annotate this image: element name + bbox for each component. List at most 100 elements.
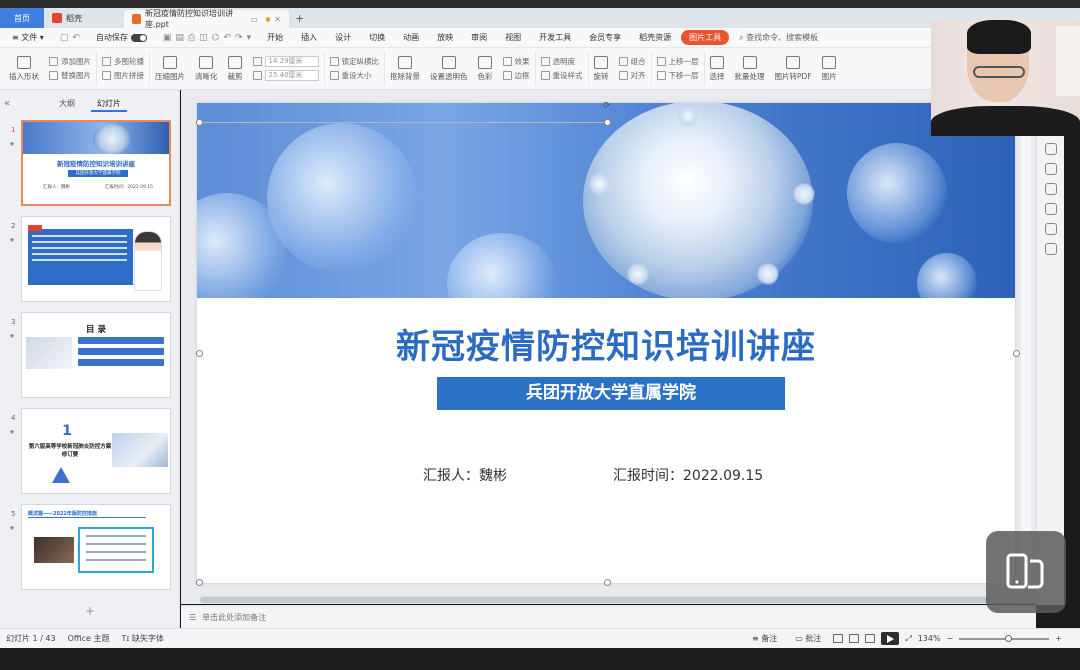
tab-monitor-icon[interactable]: ▭	[250, 15, 258, 24]
color-button[interactable]: 色彩	[473, 52, 498, 86]
settings-sliders-icon[interactable]	[1044, 143, 1057, 155]
slide-reporter[interactable]: 汇报人：魏彬	[423, 465, 507, 485]
insert-shape-button[interactable]: 插入形状	[4, 52, 44, 86]
menu-animation[interactable]: 动画	[395, 30, 427, 45]
star-shape-icon[interactable]	[1044, 163, 1057, 175]
menu-transition[interactable]: 切换	[361, 30, 393, 45]
slide-sorter-icon[interactable]	[849, 634, 860, 643]
width-input[interactable]: 25.40厘米	[264, 70, 319, 81]
tab-document[interactable]: 新冠疫情防控知识培训讲座.ppt ▭ ✕	[124, 9, 289, 29]
compress-image-button[interactable]: 压缩图片	[150, 52, 190, 86]
lock-ratio-checkbox[interactable]: 锁定纵横比	[329, 56, 379, 67]
transparency-button[interactable]: 透明度	[540, 56, 583, 67]
slide-thumbnail-5[interactable]: 概述篇——2022年版防控措施	[21, 504, 171, 590]
border-button[interactable]: 边框	[502, 70, 530, 81]
effects-button[interactable]: 效果	[502, 56, 530, 67]
horizontal-scrollbar[interactable]	[200, 596, 1020, 604]
location-icon[interactable]	[1044, 243, 1057, 255]
resize-handle[interactable]	[196, 579, 203, 586]
zoom-out-icon[interactable]: −	[947, 634, 954, 643]
menu-view[interactable]: 视图	[497, 30, 529, 45]
menu-review[interactable]: 审阅	[463, 30, 495, 45]
print-icon[interactable]: ⎙	[188, 33, 195, 43]
notes-toggle-button[interactable]: ≡ 备注	[746, 633, 783, 644]
normal-view-icon[interactable]	[833, 634, 844, 643]
rotate-button[interactable]: 旋转	[589, 52, 614, 86]
multi-carousel-button[interactable]: 多图轮播	[102, 56, 144, 67]
menu-file[interactable]: ≡ 文件 ▾	[4, 30, 52, 45]
slide-thumbnail-2[interactable]	[21, 216, 171, 302]
menu-docer-resources[interactable]: 稻壳资源	[631, 30, 679, 45]
image-edit-icon[interactable]	[1044, 223, 1057, 235]
slide-subtitle[interactable]: 兵团开放大学直属学院	[437, 377, 785, 410]
autosave-switch-icon[interactable]	[130, 33, 147, 42]
menu-slideshow[interactable]: 放映	[429, 30, 461, 45]
menu-member[interactable]: 会员专享	[581, 30, 629, 45]
format-painter-icon[interactable]: ⌬	[212, 33, 220, 43]
bring-forward-button[interactable]: 上移一层	[656, 56, 699, 67]
slide-thumbnail-4[interactable]: 1 第六版高等学校新冠肺炎防控方案修订要	[21, 408, 171, 494]
more-icon[interactable]: ▾	[247, 33, 252, 43]
menu-developer[interactable]: 开发工具	[531, 30, 579, 45]
zoom-level[interactable]: 134%	[918, 634, 941, 643]
menu-start[interactable]: 开始	[259, 30, 291, 45]
menu-insert[interactable]: 插入	[293, 30, 325, 45]
redo-icon[interactable]: ↷	[235, 33, 243, 43]
fit-window-icon[interactable]: ⤢	[905, 634, 911, 644]
missing-font-button[interactable]: Tɪ 缺失字体	[116, 633, 170, 644]
zoom-slider-knob[interactable]	[1005, 634, 1013, 642]
current-slide[interactable]: 新冠疫情防控知识培训讲座 兵团开放大学直属学院 汇报人：魏彬 汇报时间：2022…	[197, 103, 1015, 583]
tab-slides[interactable]: 幻灯片	[91, 98, 127, 112]
add-slide-plus-icon[interactable]: +	[0, 604, 180, 618]
menu-image-tools[interactable]: 图片工具	[681, 30, 730, 45]
undo-arrow-icon[interactable]: ↶	[72, 33, 80, 43]
resize-handle[interactable]	[1013, 350, 1020, 357]
resize-handle[interactable]	[604, 579, 611, 586]
image-stitch-button[interactable]: 图片拼接	[102, 70, 144, 81]
resize-handle[interactable]	[196, 350, 203, 357]
reset-size-button[interactable]: 重设大小	[329, 70, 380, 81]
set-transparent-button[interactable]: 设置透明色	[425, 52, 473, 86]
batch-process-button[interactable]: 批量处理	[730, 52, 770, 86]
resize-handle[interactable]	[604, 119, 611, 126]
send-backward-button[interactable]: 下移一层	[656, 70, 699, 81]
image-to-pdf-button[interactable]: 图片转PDF	[770, 52, 817, 86]
rotate-handle-icon[interactable]: ⟳	[603, 101, 611, 111]
vertical-scrollbar[interactable]	[1021, 135, 1031, 585]
autosave-toggle[interactable]: 自动保存	[88, 30, 155, 45]
scrollbar-thumb[interactable]	[200, 597, 990, 603]
add-image-button[interactable]: 添加图片	[49, 56, 91, 67]
help-icon[interactable]	[1044, 203, 1057, 215]
resize-handle[interactable]	[196, 119, 203, 126]
zoom-slider[interactable]	[959, 634, 1050, 642]
notes-area[interactable]: ☰ 单击此处添加备注	[181, 605, 1036, 628]
virus-banner-image[interactable]	[197, 103, 1015, 298]
pdf-icon[interactable]: ▤	[175, 33, 184, 43]
select-button[interactable]: 选择	[705, 52, 730, 86]
theme-name[interactable]: Office 主题	[62, 633, 116, 644]
replace-image-button[interactable]: 替换图片	[49, 70, 91, 81]
tab-outline[interactable]: 大纲	[53, 98, 81, 112]
command-search[interactable]: ⌕ 查找命令、搜索模板	[739, 32, 818, 43]
folder-icon[interactable]: ▢	[60, 33, 69, 43]
slide-thumbnail-1[interactable]: 新冠疫情防控知识培训讲座 兵团开放大学直属学院 汇报人：魏彬 汇报时间：2022…	[21, 120, 171, 206]
remove-background-button[interactable]: 抠除背景	[385, 52, 425, 86]
image-more-button[interactable]: 图片	[817, 52, 842, 86]
new-tab-plus-icon[interactable]: +	[289, 8, 310, 28]
reading-view-icon[interactable]	[865, 634, 876, 643]
zoom-in-icon[interactable]: +	[1055, 634, 1062, 643]
menu-design[interactable]: 设计	[327, 30, 359, 45]
comment-button[interactable]: ▭ 批注	[789, 633, 827, 644]
tab-close-icon[interactable]: ✕	[274, 15, 281, 24]
height-input[interactable]: 14.29厘米	[264, 56, 319, 67]
undo-icon[interactable]: ↶	[223, 33, 231, 43]
play-slideshow-icon[interactable]	[881, 632, 900, 645]
height-field[interactable]: 14.29厘米	[252, 56, 319, 67]
reset-style-button[interactable]: 重设样式	[540, 70, 583, 81]
tab-docer[interactable]: 稻壳	[44, 8, 124, 28]
slide-title[interactable]: 新冠疫情防控知识培训讲座	[197, 319, 1015, 368]
tab-home[interactable]: 首页	[0, 8, 44, 28]
layers-icon[interactable]	[1044, 183, 1057, 195]
width-field[interactable]: 25.40厘米	[252, 70, 319, 81]
group-button[interactable]: 组合	[618, 56, 646, 67]
